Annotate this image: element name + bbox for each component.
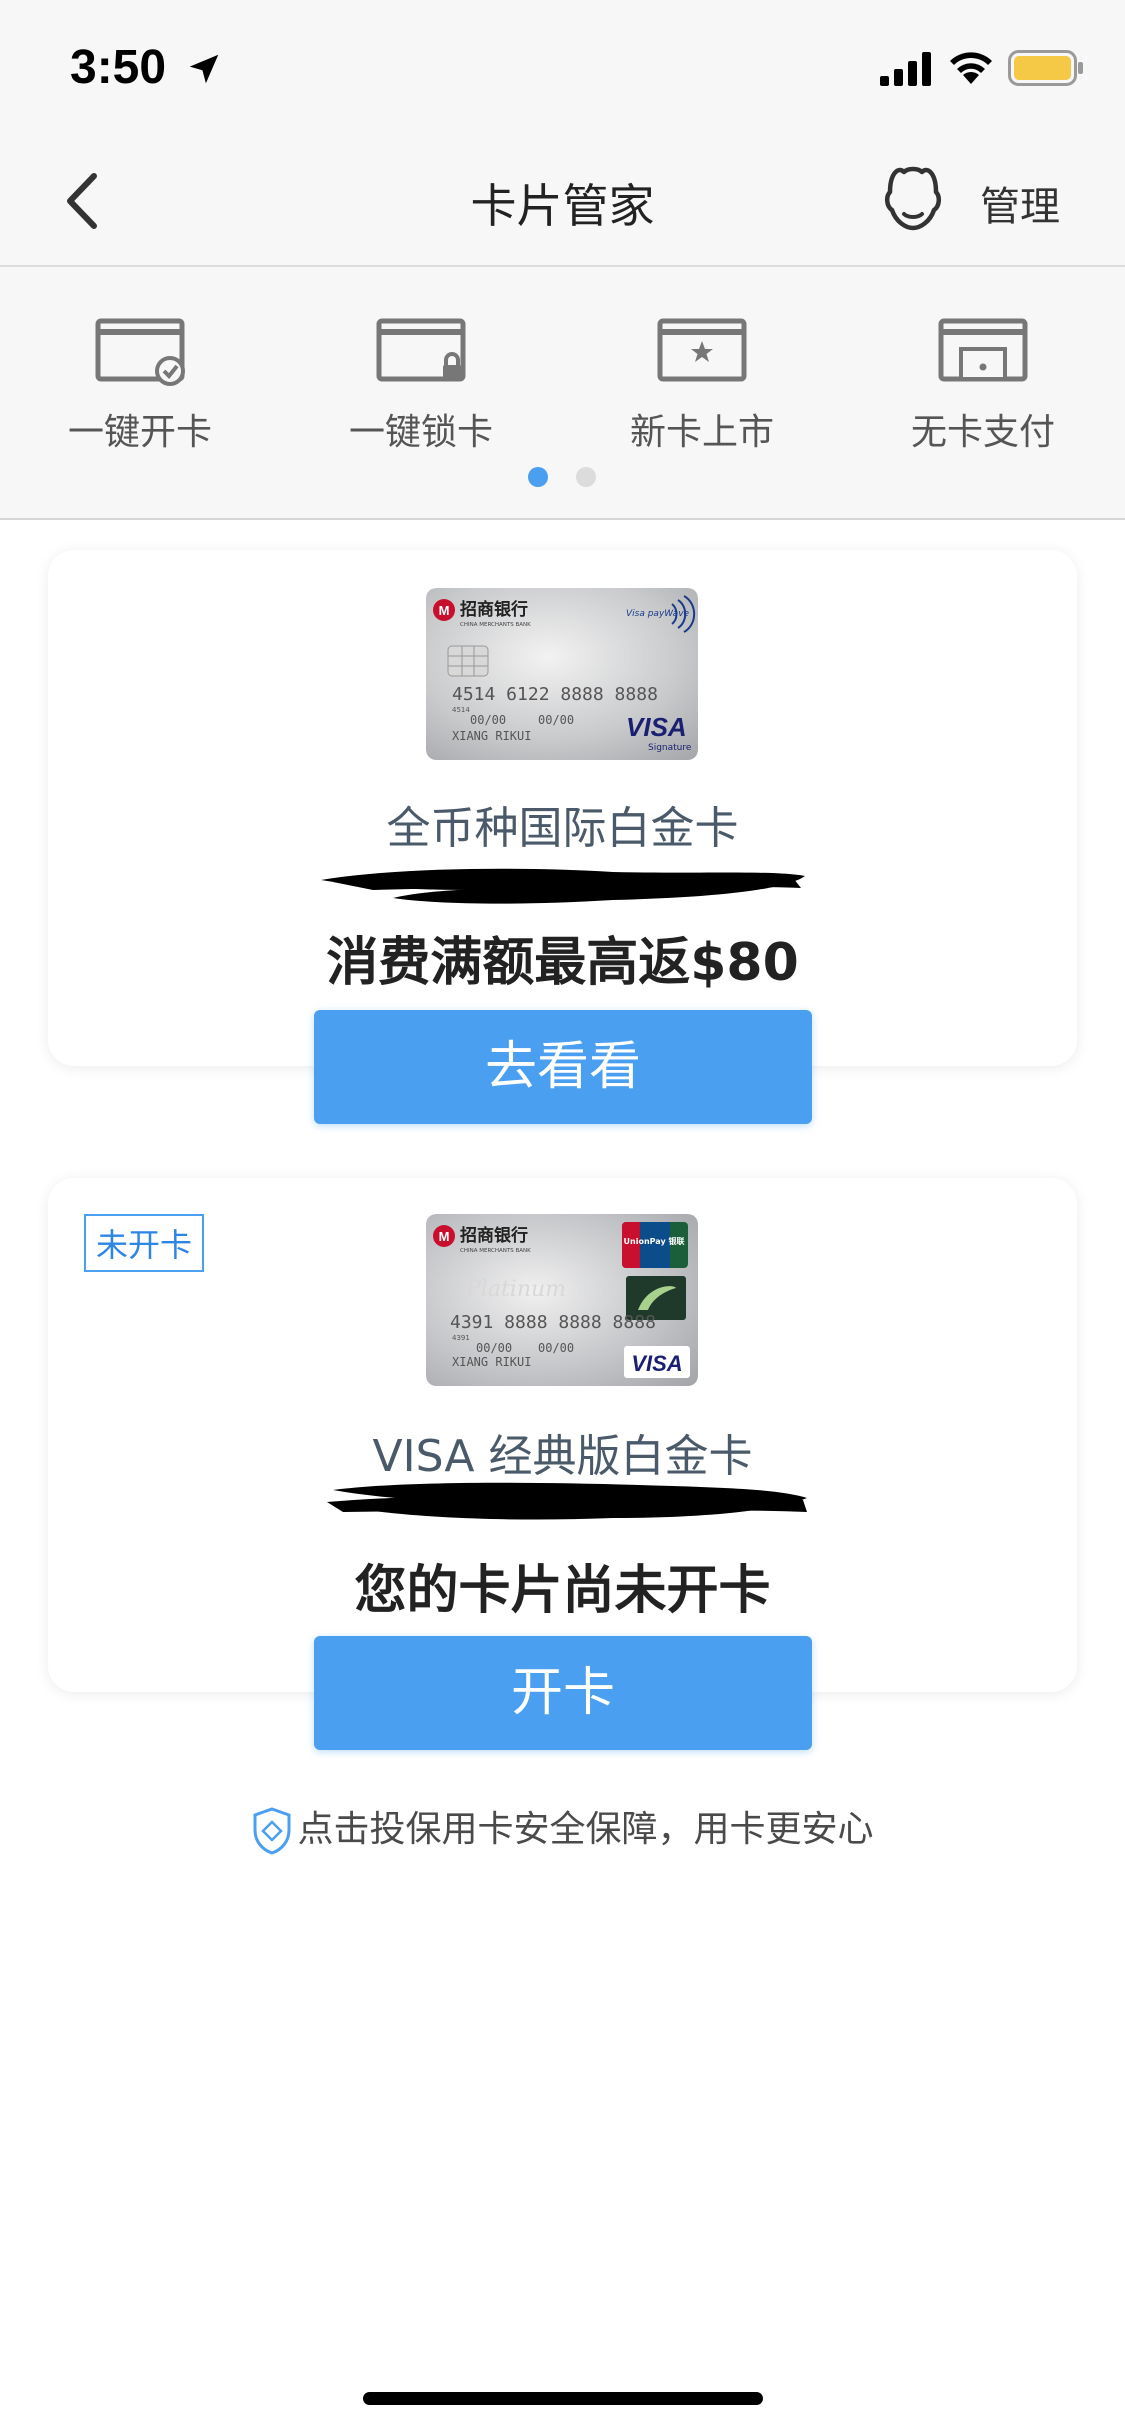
insurance-notice-text: 点击投保用卡安全保障，用卡更安心 [297,1809,874,1850]
quick-actions-divider [0,518,1125,520]
quick-action-new-cards[interactable]: 新卡上市 [592,315,812,465]
card-brand-sub: Signature [648,743,692,753]
card-offer-1: M 招商银行 CHINA MERCHANTS BANK Visa payWave… [48,550,1077,1066]
nav-bar: 卡片管家 管理 [0,132,1125,265]
card-valid-thru: 00/00 [538,1341,574,1355]
card-holder: XIANG RIKUI [452,1355,531,1369]
status-time: 3:50 [70,41,167,94]
quick-action-label: 一键锁卡 [348,412,493,453]
quick-action-open-card[interactable]: 一键开卡 [30,315,250,465]
quick-action-lock-card[interactable]: 一键锁卡 [311,315,531,465]
card-number-small: 4514 [452,706,470,714]
card-valid-from: 00/00 [470,713,506,727]
card-offer-2: 未开卡 M 招商银行 CHINA MERCHANTS BANK Platinum… [48,1178,1077,1692]
assistant-avatar-icon[interactable] [880,162,946,234]
insurance-notice-link[interactable]: 点击投保用卡安全保障，用卡更安心 [0,1800,1125,1856]
card-status-tag: 未开卡 [84,1214,205,1272]
top-area: 3:50 卡片管家 管理 [0,0,1125,265]
card-image-platinum-classic: M 招商银行 CHINA MERCHANTS BANK Platinum Uni… [426,1214,698,1386]
card-bank-name: 招商银行 [460,1225,528,1246]
redaction-scribble [321,868,805,904]
svg-text:M: M [439,603,450,618]
quick-action-label: 新卡上市 [629,412,774,453]
pager-dot[interactable] [576,467,596,487]
card-check-icon [95,318,185,386]
card-brand: VISA [626,712,687,742]
card-name: 全币种国际白金卡 [386,803,739,854]
card-status-message: 您的卡片尚未开卡 [354,1561,771,1621]
cellular-signal-icon [880,52,931,86]
card-number: 4391 8888 8888 8888 [450,1312,656,1333]
card-bank-en: CHINA MERCHANTS BANK [460,1248,531,1254]
manage-button[interactable]: 管理 [980,174,1060,232]
pager-dot-active[interactable] [528,467,548,487]
location-arrow-icon [189,54,219,84]
card-number-small: 4391 [452,1334,470,1342]
activate-card-button[interactable]: 开卡 [314,1636,812,1750]
card-valid-from: 00/00 [476,1341,512,1355]
card-star-icon [657,318,747,382]
quick-actions: 一键开卡 一键锁卡 新卡上市 无卡支付 [0,267,1125,519]
quick-action-cardless-pay[interactable]: 无卡支付 [873,315,1093,465]
card-holder: XIANG RIKUI [452,729,531,743]
card-brand: VISA [631,1351,682,1376]
card-bank-name: 招商银行 [460,599,528,620]
cardless-pay-icon [938,318,1028,382]
card-image-platinum-signature: M 招商银行 CHINA MERCHANTS BANK Visa payWave… [426,588,698,760]
battery-icon [1008,50,1083,86]
card-contactless: Visa payWave [626,609,690,619]
svg-text:M: M [439,1229,450,1244]
redaction-scribble [327,1482,807,1520]
card-valid-thru: 00/00 [538,713,574,727]
card-bank-en: CHINA MERCHANTS BANK [460,622,531,628]
view-offer-button[interactable]: 去看看 [314,1010,812,1124]
card-script: Platinum [465,1277,566,1302]
wifi-icon [950,52,992,84]
home-indicator[interactable] [363,2392,763,2405]
card-lock-icon [376,318,466,382]
status-bar: 3:50 [0,0,1125,132]
quick-action-label: 无卡支付 [910,412,1055,453]
shield-icon [253,1807,291,1855]
card-number: 4514 6122 8888 8888 [452,684,658,705]
card-unionpay: UnionPay 银联 [624,1236,685,1246]
page-title: 卡片管家 [470,179,655,233]
card-offer-message: 消费满额最高返$80 [326,933,799,993]
card-name: VISA 经典版白金卡 [372,1431,753,1482]
quick-action-label: 一键开卡 [67,412,212,453]
